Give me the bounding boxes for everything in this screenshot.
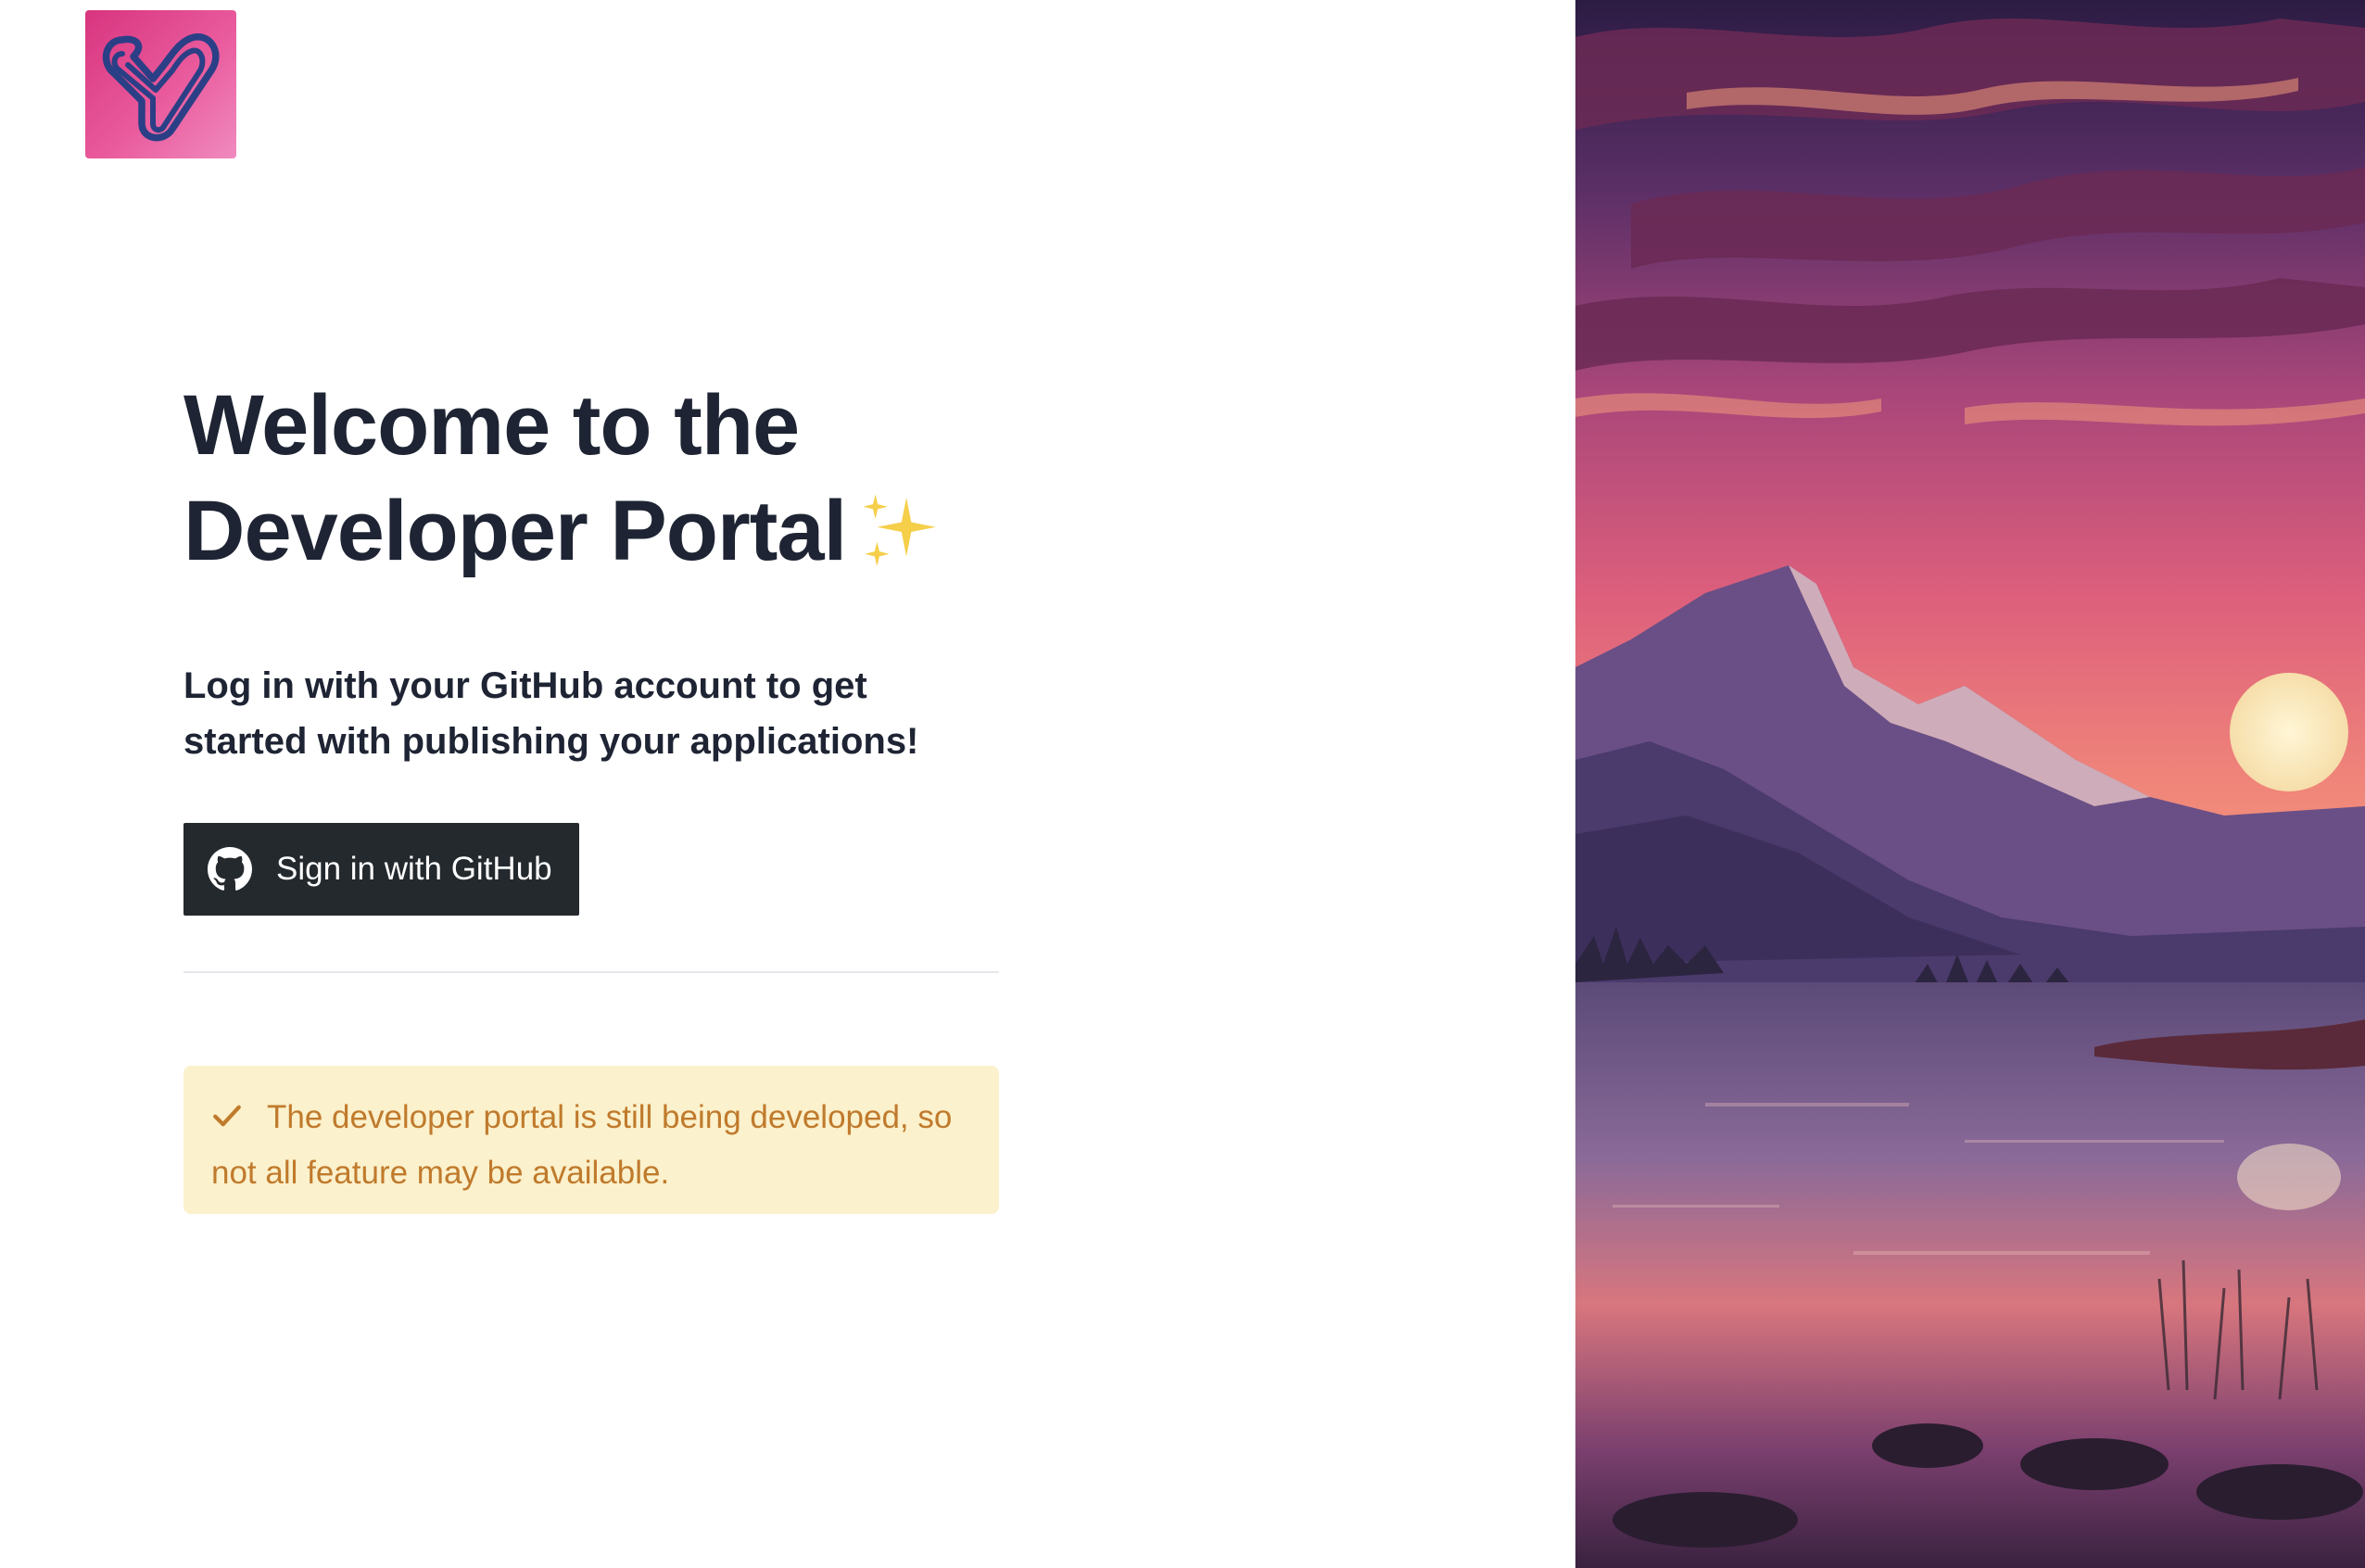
login-panel: Welcome to the Developer Portal Log in w… bbox=[0, 0, 1575, 1568]
illustration-canvas bbox=[1575, 0, 2365, 1568]
sign-in-with-github-button[interactable]: Sign in with GitHub bbox=[183, 823, 579, 916]
title-line-2: Developer Portal bbox=[183, 484, 847, 578]
sparkles-icon bbox=[863, 494, 936, 566]
portal-logo-mark bbox=[102, 33, 219, 142]
section-divider bbox=[183, 971, 999, 973]
title-line-2-wrap: Developer Portal bbox=[183, 478, 999, 584]
login-content: Welcome to the Developer Portal Log in w… bbox=[183, 373, 999, 1214]
title-line-1: Welcome to the bbox=[183, 378, 800, 473]
page-title: Welcome to the Developer Portal bbox=[183, 373, 999, 584]
github-icon bbox=[208, 847, 252, 891]
development-notice: The developer portal is still being deve… bbox=[183, 1066, 999, 1214]
sign-in-button-label: Sign in with GitHub bbox=[276, 851, 552, 887]
login-page: Welcome to the Developer Portal Log in w… bbox=[0, 0, 2365, 1568]
login-subtitle: Log in with your GitHub account to get s… bbox=[183, 665, 919, 762]
portal-logo-icon bbox=[85, 10, 236, 158]
development-notice-text: The developer portal is still being deve… bbox=[211, 1099, 953, 1191]
check-icon bbox=[213, 1105, 241, 1127]
mountain-sunset-illustration bbox=[1575, 0, 2365, 1568]
